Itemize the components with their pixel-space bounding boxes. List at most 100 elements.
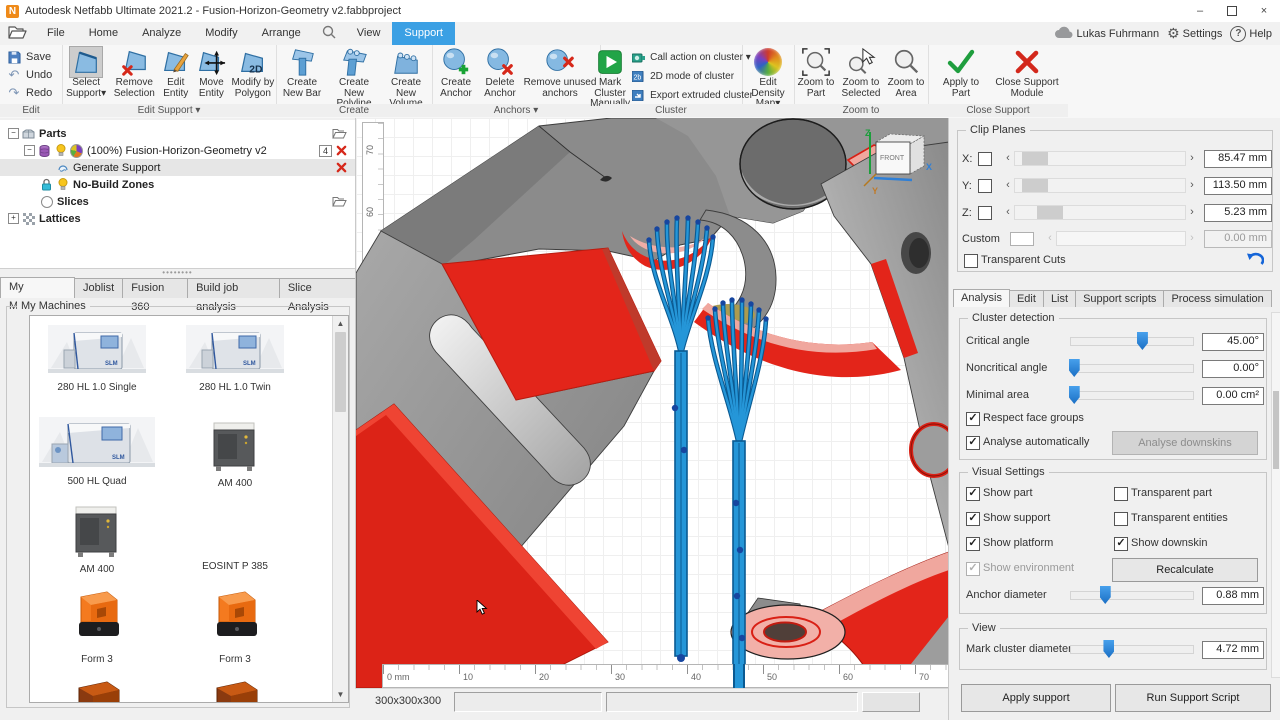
run-support-script-button[interactable]: Run Support Script [1115, 684, 1271, 712]
machine-280hl-twin[interactable]: SLM 280 HL 1.0 Twin [170, 324, 300, 393]
machine-280hl-single[interactable]: SLM 280 HL 1.0 Single [32, 324, 162, 393]
folder-icon[interactable] [332, 128, 347, 139]
menu-file[interactable]: File [35, 22, 77, 45]
gear-icon[interactable]: ⚙ [1167, 25, 1180, 42]
machine-am400-1[interactable]: AM 400 [170, 420, 300, 489]
zoom-to-part-button[interactable]: Zoom to Part [796, 47, 836, 99]
tab-my-machines[interactable]: My Machines [0, 277, 75, 298]
close-support-module-button[interactable]: Close Support Module [991, 47, 1063, 99]
help-label[interactable]: Help [1249, 28, 1272, 40]
show-support-checkbox[interactable] [966, 512, 980, 526]
tab-process-simulation[interactable]: Process simulation [1163, 290, 1271, 307]
tree-row-parts[interactable]: − Parts [0, 125, 355, 142]
tab-home[interactable]: Home [77, 22, 130, 45]
close-button[interactable]: × [1248, 0, 1280, 22]
panel-scrollbar[interactable] [1271, 312, 1280, 678]
machine-partial-2[interactable] [170, 676, 300, 703]
transparent-entities-checkbox[interactable] [1114, 512, 1128, 526]
zoom-to-selected-button[interactable]: Zoom to Selected [838, 47, 884, 99]
reset-clip-icon[interactable] [1246, 252, 1264, 268]
tree-row-generate-support[interactable]: Generate Support [0, 159, 355, 176]
tab-analyze[interactable]: Analyze [130, 22, 193, 45]
create-new-polyline-button[interactable]: Create New Polyline [328, 47, 380, 110]
tab-view[interactable]: View [345, 22, 393, 45]
move-entity-button[interactable]: Move Entity [194, 47, 229, 99]
search-icon[interactable] [321, 24, 337, 43]
folder-icon[interactable] [332, 196, 347, 207]
edit-entity-button[interactable]: Edit Entity [159, 47, 192, 99]
help-icon[interactable]: ? [1230, 26, 1246, 42]
expand-icon[interactable]: + [8, 213, 19, 224]
create-new-bar-button[interactable]: Create New Bar [278, 47, 326, 99]
machine-form3-1[interactable]: Form 3 [32, 588, 162, 665]
tab-slice-analysis[interactable]: Slice Analysis [279, 278, 356, 298]
machine-partial-1[interactable] [32, 676, 162, 703]
anchor-diameter-slider[interactable] [1070, 586, 1194, 604]
tree-row-part[interactable]: − (100%) Fusion-Horizon-Geometry v2 4 [0, 142, 355, 159]
critical-angle-slider[interactable] [1070, 332, 1194, 350]
tab-fusion-360[interactable]: Fusion 360 [122, 278, 188, 298]
tab-edit[interactable]: Edit [1009, 290, 1044, 307]
navigation-cube[interactable]: Z FRONT X Y [856, 126, 936, 200]
machine-list-scrollbar[interactable]: ▲ ▼ [332, 316, 348, 702]
delete-support-icon[interactable] [336, 162, 347, 173]
critical-angle-value[interactable]: 45.00° [1202, 333, 1264, 351]
tab-modify[interactable]: Modify [193, 22, 249, 45]
visibility-bulb-icon[interactable] [54, 144, 67, 157]
minimal-area-slider[interactable] [1070, 386, 1194, 404]
scroll-down-icon[interactable]: ▼ [333, 687, 348, 702]
tab-list[interactable]: List [1043, 290, 1076, 307]
tab-analysis[interactable]: Analysis [953, 289, 1010, 307]
clip-z-value[interactable]: 5.23 mm [1204, 204, 1272, 222]
zoom-to-area-button[interactable]: Zoom to Area [886, 47, 926, 99]
remove-unused-anchors-button[interactable]: Remove unused anchors [522, 47, 598, 99]
clip-custom-checkbox[interactable] [1010, 232, 1034, 246]
edit-density-map-button[interactable]: Edit Density Map▾ [743, 47, 793, 110]
show-platform-checkbox[interactable] [966, 537, 980, 551]
respect-face-groups-checkbox[interactable] [966, 412, 980, 426]
clip-x-checkbox[interactable] [978, 152, 992, 166]
redo-button[interactable]: ↷ Redo [0, 84, 52, 102]
export-extruded-cluster-button[interactable]: Export extruded cluster [631, 86, 753, 105]
mark-cluster-diameter-slider[interactable] [1070, 640, 1194, 658]
tab-build-job-analysis[interactable]: Build job analysis [187, 278, 280, 298]
viewport-3d[interactable]: 70 60 50 40 0 mm [355, 118, 949, 688]
clip-y-slider[interactable]: ‹› [1002, 178, 1198, 193]
delete-part-icon[interactable] [336, 145, 347, 156]
noncritical-angle-value[interactable]: 0.00° [1202, 360, 1264, 378]
clip-y-checkbox[interactable] [978, 179, 992, 193]
clip-x-slider[interactable]: ‹› [1002, 151, 1198, 166]
tree-row-no-build-zones[interactable]: No-Build Zones [0, 176, 355, 193]
visibility-bulb-icon[interactable] [56, 178, 69, 191]
machine-am400-2[interactable]: AM 400 [32, 504, 162, 575]
2d-mode-of-cluster-button[interactable]: 2b 2D mode of cluster [631, 67, 753, 86]
save-button[interactable]: Save [0, 48, 51, 66]
clip-y-value[interactable]: 113.50 mm [1204, 177, 1272, 195]
anchor-diameter-value[interactable]: 0.88 mm [1202, 587, 1264, 605]
transparent-cuts-checkbox[interactable] [964, 254, 978, 268]
collapse-icon[interactable]: − [8, 128, 19, 139]
tree-row-lattices[interactable]: + Lattices [0, 210, 355, 227]
show-part-checkbox[interactable] [966, 487, 980, 501]
open-folder-icon[interactable] [8, 25, 27, 42]
tab-support[interactable]: Support [392, 22, 455, 45]
undo-button[interactable]: ↶ Undo [0, 66, 52, 84]
model-3d[interactable] [356, 118, 949, 688]
machine-list[interactable]: SLM 280 HL 1.0 Single SLM 280 HL 1.0 Twi… [29, 315, 349, 703]
create-new-volume-button[interactable]: Create New Volume [382, 47, 430, 110]
minimize-button[interactable]: – [1184, 0, 1216, 22]
remove-selection-button[interactable]: Remove Selection [111, 47, 157, 99]
noncritical-angle-slider[interactable] [1070, 359, 1194, 377]
tab-support-scripts[interactable]: Support scripts [1075, 290, 1164, 307]
select-support-button[interactable]: Select Support▾ [63, 47, 109, 99]
scroll-up-icon[interactable]: ▲ [333, 316, 348, 331]
tab-joblist[interactable]: Joblist [74, 278, 123, 298]
recalculate-button[interactable]: Recalculate [1112, 558, 1258, 582]
clip-z-slider[interactable]: ‹› [1002, 205, 1198, 220]
transparent-part-checkbox[interactable] [1114, 487, 1128, 501]
user-name[interactable]: Lukas Fuhrmann [1077, 28, 1160, 40]
machine-eosint-p385[interactable]: EOSINT P 385 [170, 504, 300, 572]
apply-to-part-button[interactable]: Apply to Part [933, 47, 989, 99]
tree-row-slices[interactable]: Slices [0, 193, 355, 210]
machine-form3-2[interactable]: Form 3 [170, 588, 300, 665]
